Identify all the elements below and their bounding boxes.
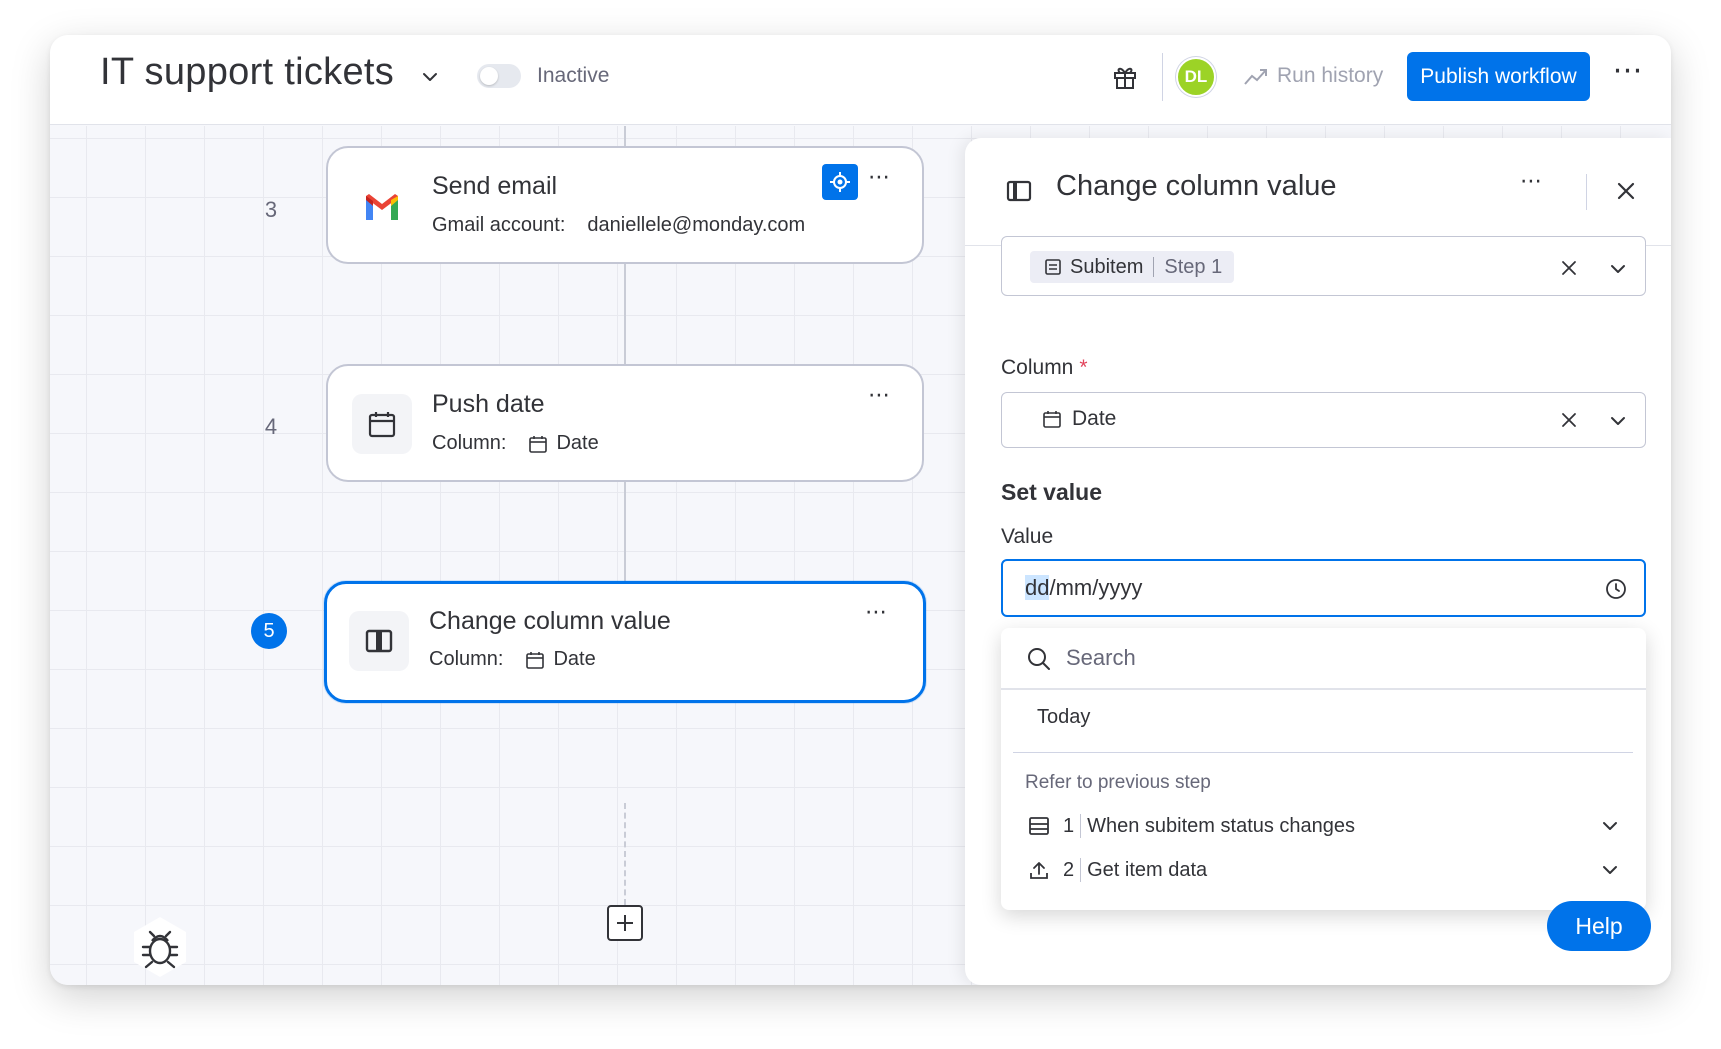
- value-dropdown: Search Today Refer to previous step 1 Wh…: [1001, 628, 1646, 910]
- column-value-text: Date: [1072, 407, 1117, 430]
- plus-icon: [617, 915, 633, 931]
- selected-text: dd: [1025, 575, 1050, 600]
- chevron-down-icon[interactable]: [418, 65, 442, 89]
- item-chip: Subitem Step 1: [1030, 251, 1235, 283]
- step-title: Change column value: [429, 607, 671, 635]
- column-label: Column *: [1001, 356, 1088, 380]
- connector-line: [624, 126, 626, 146]
- step-number-active: 5: [251, 613, 287, 649]
- option-label: When subitem status changes: [1087, 814, 1356, 837]
- value-input-text: dd/mm/yyyy: [1025, 575, 1142, 601]
- chevron-down-icon[interactable]: [1599, 815, 1621, 837]
- chevron-down-icon[interactable]: [1607, 410, 1629, 432]
- search-placeholder: Search: [1066, 645, 1136, 670]
- debug-button[interactable]: [128, 915, 192, 979]
- publish-workflow-button[interactable]: Publish workflow: [1407, 52, 1590, 101]
- calendar-icon: [1043, 411, 1061, 428]
- toggle-knob: [480, 67, 498, 85]
- workflow-title[interactable]: IT support tickets: [100, 51, 394, 94]
- step-card-change-column-value[interactable]: Change column value Column: Date ⋯: [324, 581, 926, 703]
- trend-icon[interactable]: [1242, 65, 1270, 89]
- avatar[interactable]: DL: [1176, 57, 1216, 97]
- step-number: 4: [264, 414, 278, 439]
- status-label: Inactive: [537, 64, 610, 87]
- step-detail-value: Date: [553, 648, 596, 670]
- option-number: 1: [1063, 814, 1075, 837]
- locate-icon[interactable]: [822, 164, 858, 200]
- step-more-icon[interactable]: ⋯: [868, 382, 891, 408]
- chevron-down-icon[interactable]: [1599, 859, 1621, 881]
- more-options-icon[interactable]: ⋯: [1610, 56, 1646, 93]
- step-detail-value: daniellele@monday.com: [587, 214, 806, 236]
- divider: [1162, 53, 1163, 101]
- divider: [1013, 752, 1633, 753]
- panel-title: Change column value: [1056, 170, 1337, 202]
- group-label: Refer to previous step: [1025, 772, 1211, 793]
- connector-line-dashed: [624, 803, 626, 905]
- option-step-2[interactable]: 2 Get item data: [1025, 852, 1625, 888]
- option-step-1[interactable]: 1 When subitem status changes: [1025, 808, 1625, 844]
- gmail-icon: [366, 194, 398, 220]
- panel-header: Change column value ⋯: [965, 138, 1671, 246]
- step-title: Send email: [432, 172, 558, 200]
- chip-step: Step 1: [1164, 255, 1223, 278]
- required-mark: *: [1079, 356, 1088, 379]
- step-detail-label: Gmail account:: [432, 214, 566, 236]
- bug-icon: [134, 917, 186, 977]
- help-button[interactable]: Help: [1547, 901, 1651, 951]
- add-step-button[interactable]: [607, 905, 643, 941]
- step-detail-label: Column:: [429, 648, 504, 670]
- step-title: Push date: [432, 390, 545, 418]
- item-select[interactable]: Subitem Step 1: [1001, 236, 1646, 296]
- column-icon: [349, 611, 409, 671]
- run-history-button[interactable]: Run history: [1277, 64, 1383, 88]
- list-icon: [1045, 259, 1061, 275]
- step-settings-panel: Change column value ⋯ Subitem Step 1 Col…: [965, 138, 1671, 985]
- search-icon: [1028, 648, 1050, 670]
- clock-icon[interactable]: [1603, 576, 1629, 602]
- chevron-down-icon[interactable]: [1607, 258, 1629, 280]
- value-label: Value: [1001, 525, 1054, 548]
- chip-separator: [1153, 257, 1155, 277]
- clear-icon[interactable]: [1558, 409, 1580, 431]
- chip-label: Subitem: [1070, 255, 1144, 278]
- option-number: 2: [1063, 858, 1075, 881]
- option-label: Get item data: [1087, 858, 1208, 881]
- step-detail-value: Date: [556, 432, 599, 454]
- step-more-icon[interactable]: ⋯: [868, 164, 891, 190]
- calendar-icon: [352, 394, 412, 454]
- upload-icon: [1025, 856, 1053, 884]
- set-value-heading: Set value: [1001, 479, 1102, 505]
- clear-icon[interactable]: [1558, 257, 1580, 279]
- close-icon[interactable]: [1613, 178, 1639, 204]
- step-number: 3: [264, 197, 278, 222]
- column-select-value: Date: [1042, 407, 1116, 431]
- step-detail: Column: Date: [432, 432, 599, 455]
- option-today[interactable]: Today: [1037, 706, 1090, 729]
- column-label-text: Column: [1001, 356, 1074, 379]
- step-detail-label: Column:: [432, 432, 507, 454]
- gift-icon[interactable]: [1110, 62, 1140, 92]
- option-separator: [1080, 814, 1082, 838]
- dropdown-search[interactable]: Search: [1001, 628, 1646, 690]
- value-input[interactable]: dd/mm/yyyy: [1001, 559, 1646, 617]
- top-bar: IT support tickets Inactive DL Run histo…: [50, 35, 1671, 125]
- connector-line: [624, 482, 626, 584]
- active-toggle[interactable]: [477, 64, 521, 88]
- step-detail: Column: Date: [429, 648, 596, 671]
- divider: [1586, 174, 1587, 210]
- value-input-rest: /mm/yyyy: [1049, 575, 1143, 600]
- column-icon: [1006, 180, 1032, 202]
- step-card-push-date[interactable]: Push date Column: Date ⋯: [326, 364, 924, 482]
- calendar-icon: [526, 651, 545, 669]
- workflow-editor-window: IT support tickets Inactive DL Run histo…: [50, 35, 1671, 985]
- list-icon: [1025, 812, 1053, 840]
- connector-line: [624, 264, 626, 366]
- more-options-icon[interactable]: ⋯: [1520, 168, 1543, 194]
- calendar-icon: [529, 435, 548, 453]
- column-select[interactable]: Date: [1001, 392, 1646, 448]
- option-separator: [1080, 858, 1082, 882]
- step-more-icon[interactable]: ⋯: [865, 599, 888, 625]
- step-detail: Gmail account: daniellele@monday.com: [432, 214, 805, 237]
